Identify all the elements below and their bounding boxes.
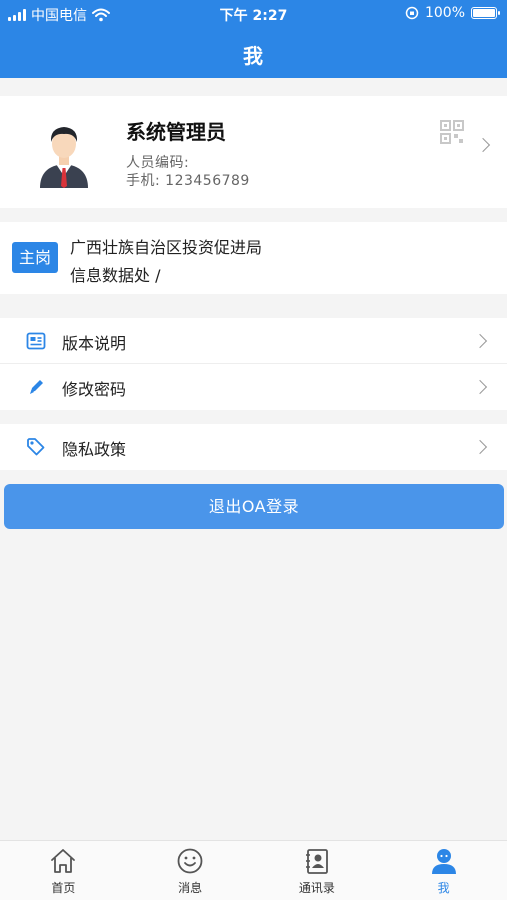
profile-card[interactable]: 系统管理员 人员编码: 手机: 123456789 — [0, 96, 507, 208]
contacts-book-icon — [305, 849, 328, 874]
phone-label: 手机: — [126, 173, 161, 189]
document-icon — [26, 332, 46, 350]
tab-home[interactable]: 首页 — [0, 841, 127, 900]
app-header: 中国电信 下午 2:27 100% 我 — [0, 0, 507, 78]
tab-label-contacts: 通讯录 — [298, 881, 335, 895]
department-card: 主岗 广西壮族自治区投资促进局 信息数据处 / — [0, 222, 507, 294]
avatar — [40, 127, 88, 188]
tab-label-me: 我 — [437, 881, 450, 895]
chevron-right-icon — [472, 379, 488, 395]
person-icon — [431, 849, 456, 874]
tab-bar: 首页 消息 通讯录 我 — [0, 840, 507, 900]
page-title: 我 — [243, 44, 264, 68]
tab-me[interactable]: 我 — [380, 841, 507, 900]
menu-group-privacy: 隐私政策 — [0, 424, 507, 470]
menu-label-version: 版本说明 — [62, 334, 127, 353]
primary-post-badge: 主岗 — [12, 242, 58, 273]
phone-value: 123456789 — [165, 173, 250, 189]
smiley-message-icon — [177, 848, 203, 874]
chevron-right-icon — [475, 137, 491, 153]
tab-label-home: 首页 — [51, 881, 76, 895]
menu-item-change-password[interactable]: 修改密码 — [0, 364, 507, 410]
logout-button[interactable]: 退出OA登录 — [4, 484, 504, 529]
rotation-lock-icon — [405, 6, 419, 20]
phone-line: 手机: 123456789 — [126, 170, 250, 190]
menu-label-change-password: 修改密码 — [62, 380, 127, 399]
status-right: 100% — [405, 5, 500, 21]
battery-icon — [471, 7, 500, 19]
pencil-icon — [30, 380, 43, 394]
organization-name: 广西壮族自治区投资促进局 — [70, 238, 263, 257]
menu-label-privacy: 隐私政策 — [62, 440, 127, 459]
tab-messages[interactable]: 消息 — [127, 841, 254, 900]
status-bar: 中国电信 下午 2:27 100% — [0, 0, 507, 28]
tab-contacts[interactable]: 通讯录 — [254, 841, 381, 900]
tag-icon — [27, 438, 45, 456]
chevron-right-icon — [472, 333, 488, 349]
menu-item-privacy[interactable]: 隐私政策 — [0, 424, 507, 470]
menu-group-settings: 版本说明 修改密码 — [0, 318, 507, 410]
chevron-right-icon — [472, 439, 488, 455]
qr-code-icon[interactable] — [440, 120, 464, 144]
home-icon — [51, 849, 76, 873]
employee-id-label: 人员编码: — [126, 155, 190, 171]
division-name: 信息数据处 / — [70, 266, 161, 285]
menu-item-version[interactable]: 版本说明 — [0, 318, 507, 364]
battery-percent: 100% — [424, 5, 465, 21]
user-name: 系统管理员 — [126, 120, 226, 144]
tab-label-messages: 消息 — [178, 881, 203, 895]
